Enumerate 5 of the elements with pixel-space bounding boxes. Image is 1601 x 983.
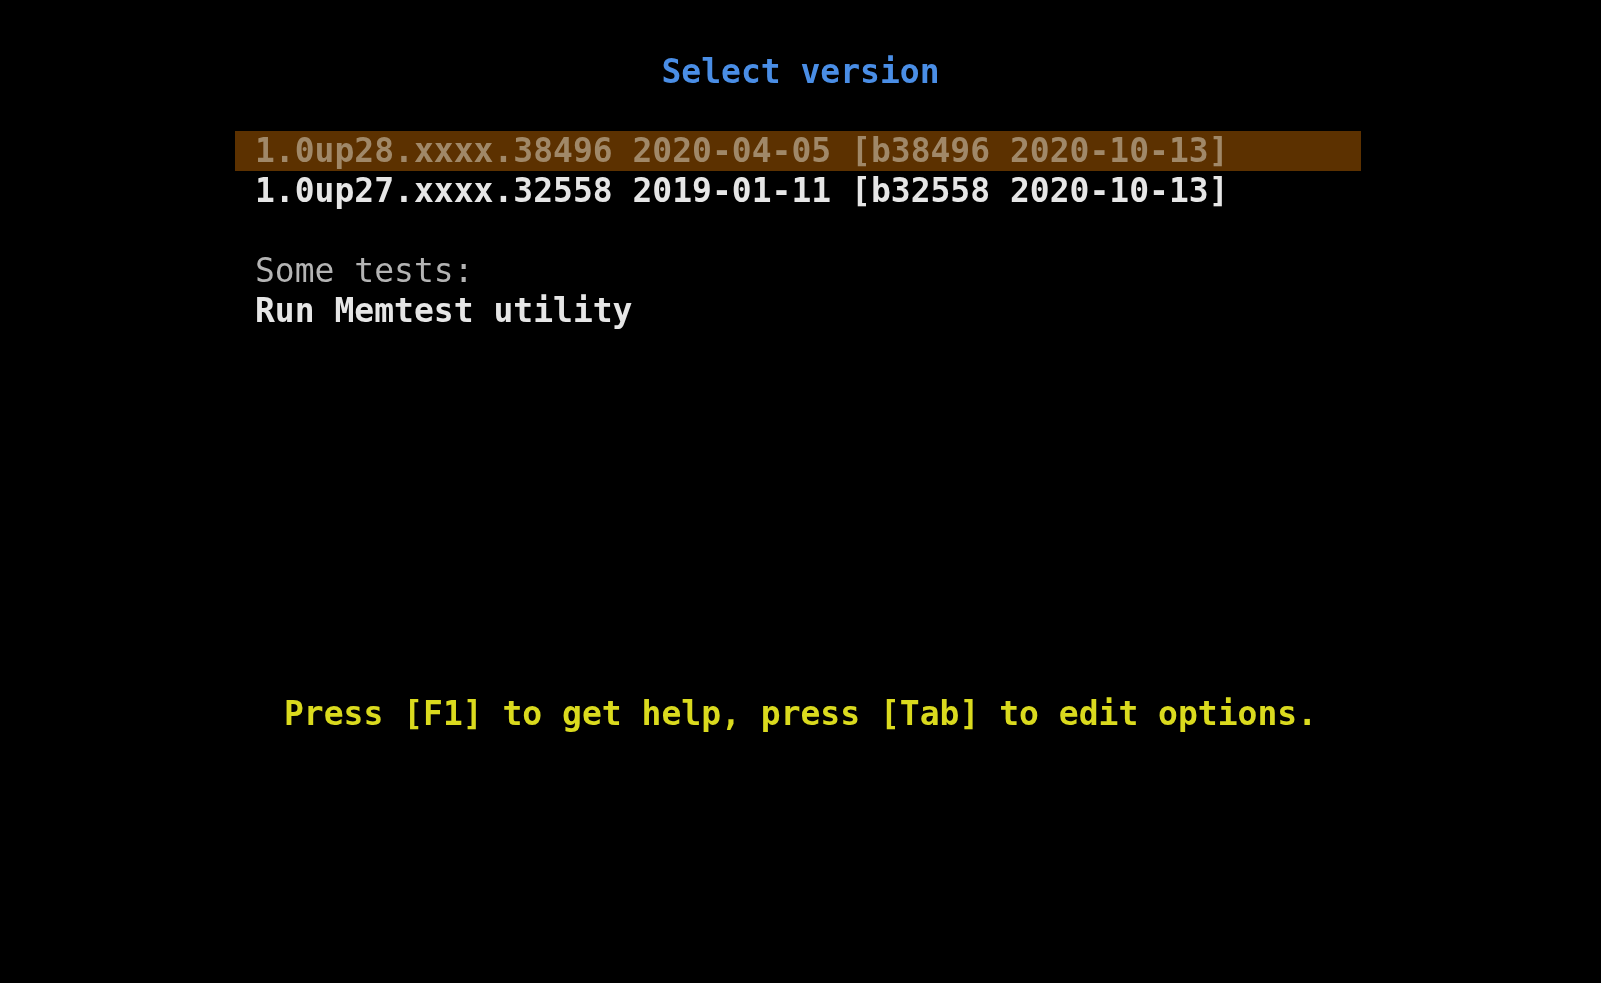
section-heading: Some tests: bbox=[254, 251, 475, 291]
menu-title: Select version bbox=[660, 52, 941, 92]
boot-entry[interactable]: 1.0up27.xxxx.32558 2019-01-11 [b32558 2020-10-13] bbox=[235, 171, 1361, 211]
help-text: Press [F1] to get help, press [Tab] to edit options. bbox=[282, 694, 1319, 734]
boot-entry[interactable]: Run Memtest utility bbox=[235, 291, 1361, 331]
